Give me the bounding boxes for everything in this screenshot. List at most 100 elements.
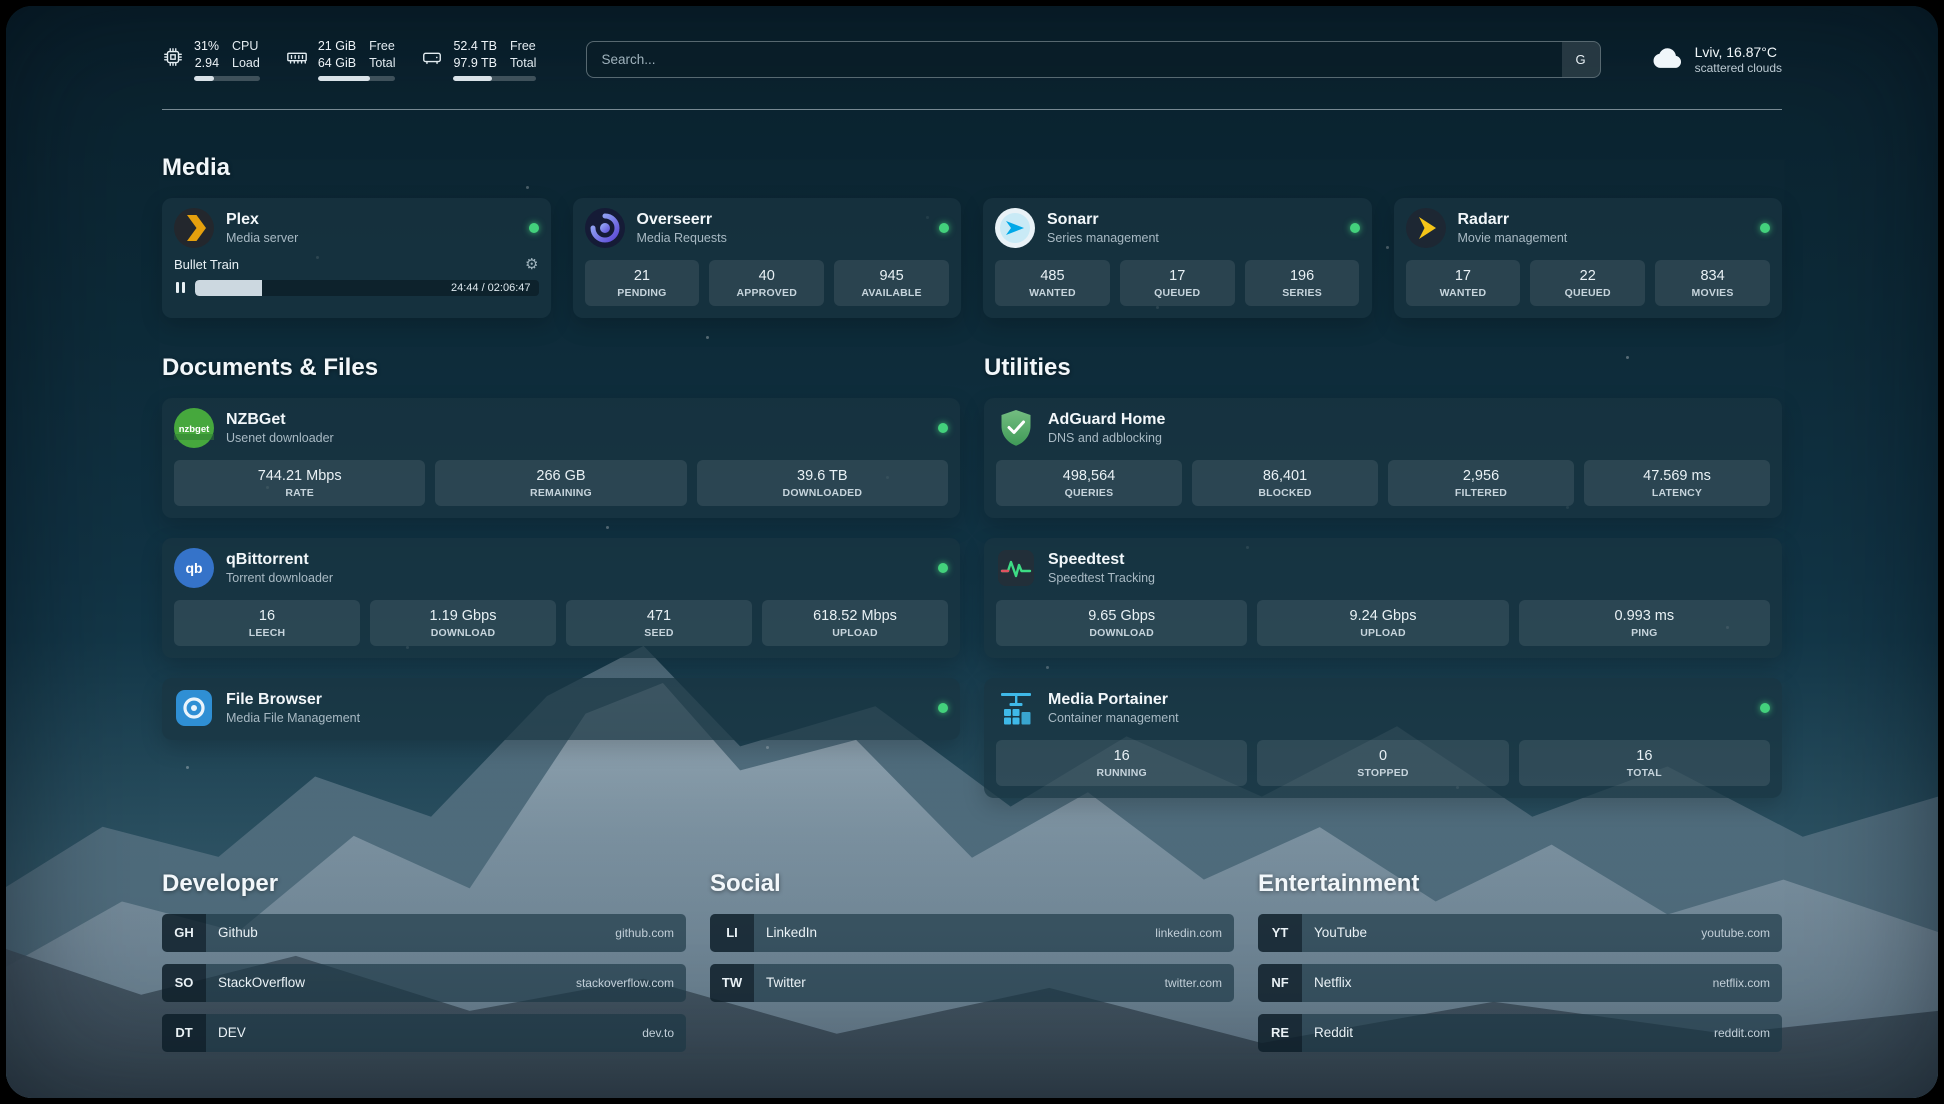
cpu-icon	[162, 46, 184, 73]
bookmark-abbr: NF	[1258, 964, 1302, 1002]
bookmark-github[interactable]: GH Github github.com	[162, 914, 686, 952]
service-card-adguard[interactable]: AdGuard Home DNS and adblocking 498,564Q…	[984, 398, 1782, 518]
section-title-developer: Developer	[162, 870, 686, 898]
stat-series: 196SERIES	[1245, 260, 1360, 306]
bookmark-dev[interactable]: DT DEV dev.to	[162, 1014, 686, 1052]
settings-gear-icon[interactable]: ⚙	[525, 257, 538, 272]
column-utilities: Utilities AdGuard Home DNS and adblockin…	[984, 354, 1782, 818]
plex-icon	[174, 208, 214, 248]
bookmark-name: Twitter	[754, 975, 806, 990]
service-subtitle: Media Requests	[637, 231, 727, 245]
service-name: Radarr	[1458, 210, 1568, 229]
memory-total-label: Total	[369, 55, 395, 71]
stat-total: 16TOTAL	[1519, 740, 1770, 786]
bookmark-name: Netflix	[1302, 975, 1352, 990]
stat-downloaded: 39.6 TBDOWNLOADED	[697, 460, 948, 506]
search-bar: G	[586, 41, 1600, 78]
stat-queued: 17QUEUED	[1120, 260, 1235, 306]
service-card-nzbget[interactable]: nzbget NZBGet Usenet downloader 744.21 M…	[162, 398, 960, 518]
stat-upload: 618.52 MbpsUPLOAD	[762, 600, 948, 646]
stat-upload: 9.24 GbpsUPLOAD	[1257, 600, 1508, 646]
qbittorrent-icon: qb	[174, 548, 214, 588]
service-card-qbittorrent[interactable]: qb qBittorrent Torrent downloader 16LEEC…	[162, 538, 960, 658]
stat-rate: 744.21 MbpsRATE	[174, 460, 425, 506]
service-card-radarr[interactable]: Radarr Movie management 17WANTED 22QUEUE…	[1394, 198, 1783, 318]
bookmark-abbr: DT	[162, 1014, 206, 1052]
stat-download: 9.65 GbpsDOWNLOAD	[996, 600, 1247, 646]
pause-icon[interactable]	[174, 280, 187, 295]
search-provider-button[interactable]: G	[1562, 42, 1600, 77]
cpu-load-label: Load	[232, 55, 260, 71]
service-name: File Browser	[226, 690, 360, 709]
service-name: Plex	[226, 210, 298, 229]
service-card-portainer[interactable]: Media Portainer Container management 16R…	[984, 678, 1782, 798]
disk-free-label: Free	[510, 38, 536, 54]
service-name: Speedtest	[1048, 550, 1155, 569]
status-dot	[938, 703, 948, 713]
stat-queued: 22QUEUED	[1530, 260, 1645, 306]
service-name: AdGuard Home	[1048, 410, 1165, 429]
bookmark-name: Github	[206, 925, 258, 940]
service-subtitle: Movie management	[1458, 231, 1568, 245]
filebrowser-icon	[174, 688, 214, 728]
search-input[interactable]	[586, 41, 1600, 78]
service-name: qBittorrent	[226, 550, 333, 569]
cpu-percent: 31%	[194, 38, 219, 54]
bookmark-reddit[interactable]: RE Reddit reddit.com	[1258, 1014, 1782, 1052]
status-dot	[1760, 703, 1770, 713]
section-title-utilities: Utilities	[984, 354, 1782, 382]
stat-ping: 0.993 msPING	[1519, 600, 1770, 646]
disk-total-label: Total	[510, 55, 536, 71]
memory-widget: 21 GiB Free 64 GiB Total	[286, 38, 396, 81]
adguard-icon	[996, 408, 1036, 448]
service-subtitle: Torrent downloader	[226, 571, 333, 585]
disk-icon	[421, 46, 443, 73]
disk-widget: 52.4 TB Free 97.9 TB Total	[421, 38, 536, 81]
disk-usage-bar	[453, 76, 536, 81]
stat-seed: 471SEED	[566, 600, 752, 646]
status-dot	[529, 223, 539, 233]
nzbget-icon: nzbget	[174, 408, 214, 448]
service-card-speedtest[interactable]: Speedtest Speedtest Tracking 9.65 GbpsDO…	[984, 538, 1782, 658]
bookmark-stackoverflow[interactable]: SO StackOverflow stackoverflow.com	[162, 964, 686, 1002]
service-card-plex[interactable]: Plex Media server Bullet Train ⚙	[162, 198, 551, 318]
service-card-sonarr[interactable]: Sonarr Series management 485WANTED 17QUE…	[983, 198, 1372, 318]
service-name: NZBGet	[226, 410, 334, 429]
bookmark-twitter[interactable]: TW Twitter twitter.com	[710, 964, 1234, 1002]
service-card-filebrowser[interactable]: File Browser Media File Management	[162, 678, 960, 740]
status-dot	[938, 423, 948, 433]
bookmark-abbr: RE	[1258, 1014, 1302, 1052]
playback-progress-fill	[195, 280, 262, 296]
bookmark-name: StackOverflow	[206, 975, 305, 990]
bookmark-youtube[interactable]: YT YouTube youtube.com	[1258, 914, 1782, 952]
bookmark-abbr: LI	[710, 914, 754, 952]
service-subtitle: Speedtest Tracking	[1048, 571, 1155, 585]
service-card-overseerr[interactable]: Overseerr Media Requests 21PENDING 40APP…	[573, 198, 962, 318]
cpu-widget: 31% CPU 2.94 Load	[162, 38, 260, 81]
service-name: Sonarr	[1047, 210, 1159, 229]
bookmark-linkedin[interactable]: LI LinkedIn linkedin.com	[710, 914, 1234, 952]
section-title-documents: Documents & Files	[162, 354, 960, 382]
stat-approved: 40APPROVED	[709, 260, 824, 306]
bookmark-abbr: SO	[162, 964, 206, 1002]
sonarr-icon	[995, 208, 1035, 248]
stat-filtered: 2,956FILTERED	[1388, 460, 1574, 506]
section-title-social: Social	[710, 870, 1234, 898]
svg-text:qb: qb	[185, 560, 202, 576]
stat-stopped: 0STOPPED	[1257, 740, 1508, 786]
bookmark-abbr: TW	[710, 964, 754, 1002]
service-subtitle: Media server	[226, 231, 298, 245]
playback-time: 24:44 / 02:06:47	[451, 282, 531, 294]
stat-pending: 21PENDING	[585, 260, 700, 306]
stat-blocked: 86,401BLOCKED	[1192, 460, 1378, 506]
memory-icon	[286, 46, 308, 73]
svg-text:nzbget: nzbget	[179, 424, 210, 435]
playback-progress-bar[interactable]: 24:44 / 02:06:47	[195, 280, 539, 296]
status-dot	[1350, 223, 1360, 233]
service-name: Media Portainer	[1048, 690, 1179, 709]
bookmark-netflix[interactable]: NF Netflix netflix.com	[1258, 964, 1782, 1002]
section-title-media: Media	[162, 154, 1782, 182]
radarr-icon	[1406, 208, 1446, 248]
header-divider	[162, 109, 1782, 110]
bookmarks-developer: Developer GH Github github.com SO StackO…	[162, 870, 686, 1064]
